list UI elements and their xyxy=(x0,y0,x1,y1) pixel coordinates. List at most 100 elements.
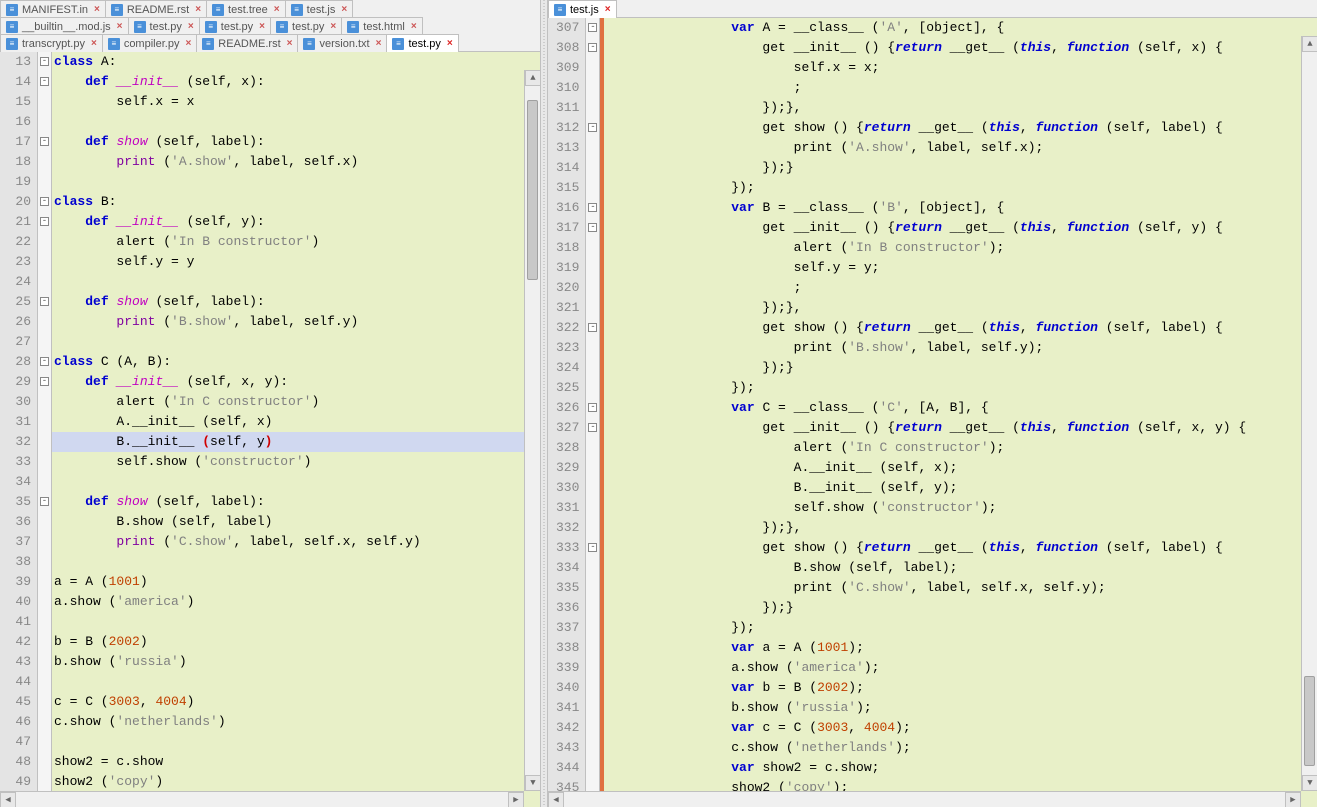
code-line[interactable]: c.show ('netherlands') xyxy=(52,712,540,732)
pane-splitter[interactable] xyxy=(540,0,548,807)
code-line[interactable]: var b = B (2002); xyxy=(604,678,1317,698)
right-fold-column[interactable]: --------- xyxy=(586,18,600,807)
close-icon[interactable]: × xyxy=(188,21,194,32)
right-vscrollbar[interactable]: ▲ ▼ xyxy=(1301,36,1317,791)
code-line[interactable]: self.show ('constructor'); xyxy=(604,498,1317,518)
code-line[interactable] xyxy=(52,112,540,132)
code-line[interactable] xyxy=(52,612,540,632)
close-icon[interactable]: × xyxy=(195,4,201,15)
scroll-thumb[interactable] xyxy=(527,100,538,280)
file-tab[interactable]: ≡MANIFEST.in× xyxy=(0,0,106,18)
left-code[interactable]: class A: def __init__ (self, x): self.x … xyxy=(52,52,540,807)
fold-toggle[interactable]: - xyxy=(588,403,597,412)
code-line[interactable]: show2 ('copy') xyxy=(52,772,540,792)
code-line[interactable]: def show (self, label): xyxy=(52,492,540,512)
code-line[interactable]: A.__init__ (self, x) xyxy=(52,412,540,432)
code-line[interactable]: self.x = x xyxy=(52,92,540,112)
code-line[interactable]: get __init__ () {return __get__ (this, f… xyxy=(604,418,1317,438)
code-line[interactable]: }); xyxy=(604,618,1317,638)
code-line[interactable] xyxy=(52,472,540,492)
code-line[interactable]: get show () {return __get__ (this, funct… xyxy=(604,118,1317,138)
code-line[interactable]: var A = __class__ ('A', [object], { xyxy=(604,18,1317,38)
fold-toggle[interactable]: - xyxy=(40,217,49,226)
code-line[interactable]: self.x = x; xyxy=(604,58,1317,78)
code-line[interactable]: print ('B.show', label, self.y); xyxy=(604,338,1317,358)
fold-toggle[interactable]: - xyxy=(588,203,597,212)
code-line[interactable]: print ('A.show', label, self.x); xyxy=(604,138,1317,158)
code-line[interactable]: });} xyxy=(604,598,1317,618)
left-vscrollbar[interactable]: ▲ ▼ xyxy=(524,70,540,791)
code-line[interactable]: alert ('In C constructor') xyxy=(52,392,540,412)
fold-toggle[interactable]: - xyxy=(40,137,49,146)
code-line[interactable] xyxy=(52,172,540,192)
file-tab[interactable]: ≡test.py× xyxy=(199,17,271,35)
file-tab[interactable]: ≡test.js× xyxy=(548,0,617,18)
code-line[interactable]: print ('C.show', label, self.x, self.y); xyxy=(604,578,1317,598)
fold-toggle[interactable]: - xyxy=(588,43,597,52)
code-line[interactable]: def __init__ (self, x, y): xyxy=(52,372,540,392)
close-icon[interactable]: × xyxy=(91,38,97,49)
code-line[interactable]: A.__init__ (self, x); xyxy=(604,458,1317,478)
code-line[interactable]: }); xyxy=(604,378,1317,398)
code-line[interactable]: a = A (1001) xyxy=(52,572,540,592)
file-tab[interactable]: ≡test.js× xyxy=(285,0,354,18)
close-icon[interactable]: × xyxy=(287,38,293,49)
left-hscrollbar[interactable]: ◀ ▶ xyxy=(0,791,524,807)
close-icon[interactable]: × xyxy=(117,21,123,32)
file-tab[interactable]: ≡version.txt× xyxy=(297,34,387,52)
close-icon[interactable]: × xyxy=(274,4,280,15)
code-line[interactable]: get show () {return __get__ (this, funct… xyxy=(604,538,1317,558)
code-line[interactable]: get __init__ () {return __get__ (this, f… xyxy=(604,38,1317,58)
code-line[interactable]: });} xyxy=(604,158,1317,178)
code-line[interactable]: class A: xyxy=(52,52,540,72)
code-line[interactable]: def show (self, label): xyxy=(52,292,540,312)
fold-toggle[interactable]: - xyxy=(40,377,49,386)
fold-toggle[interactable]: - xyxy=(40,197,49,206)
file-tab[interactable]: ≡__builtin__.mod.js× xyxy=(0,17,129,35)
fold-toggle[interactable]: - xyxy=(40,357,49,366)
close-icon[interactable]: × xyxy=(259,21,265,32)
fold-toggle[interactable]: - xyxy=(40,77,49,86)
file-tab[interactable]: ≡test.py× xyxy=(270,17,342,35)
code-line[interactable] xyxy=(52,272,540,292)
left-editor[interactable]: 1314151617181920212223242526272829303132… xyxy=(0,52,540,807)
file-tab[interactable]: ≡transcrypt.py× xyxy=(0,34,103,52)
code-line[interactable]: get __init__ () {return __get__ (this, f… xyxy=(604,218,1317,238)
scroll-left-arrow[interactable]: ◀ xyxy=(548,792,564,807)
code-line[interactable]: a.show ('america'); xyxy=(604,658,1317,678)
code-line[interactable]: class C (A, B): xyxy=(52,352,540,372)
code-line[interactable]: print ('B.show', label, self.y) xyxy=(52,312,540,332)
right-code[interactable]: var A = __class__ ('A', [object], { get … xyxy=(604,18,1317,807)
code-line[interactable]: show2 = c.show xyxy=(52,752,540,772)
code-line[interactable]: });}, xyxy=(604,298,1317,318)
code-line[interactable]: b = B (2002) xyxy=(52,632,540,652)
file-tab[interactable]: ≡compiler.py× xyxy=(102,34,197,52)
scroll-down-arrow[interactable]: ▼ xyxy=(1302,775,1317,791)
scroll-left-arrow[interactable]: ◀ xyxy=(0,792,16,807)
scroll-up-arrow[interactable]: ▲ xyxy=(1302,36,1317,52)
code-line[interactable]: }); xyxy=(604,178,1317,198)
code-line[interactable]: b.show ('russia'); xyxy=(604,698,1317,718)
close-icon[interactable]: × xyxy=(376,38,382,49)
code-line[interactable]: var B = __class__ ('B', [object], { xyxy=(604,198,1317,218)
code-line[interactable]: alert ('In B constructor'); xyxy=(604,238,1317,258)
code-line[interactable]: a.show ('america') xyxy=(52,592,540,612)
fold-toggle[interactable]: - xyxy=(40,497,49,506)
file-tab[interactable]: ≡test.html× xyxy=(341,17,422,35)
close-icon[interactable]: × xyxy=(447,38,453,49)
code-line[interactable]: def __init__ (self, y): xyxy=(52,212,540,232)
fold-toggle[interactable]: - xyxy=(588,543,597,552)
code-line[interactable]: B.show (self, label); xyxy=(604,558,1317,578)
code-line[interactable]: self.y = y xyxy=(52,252,540,272)
code-line[interactable] xyxy=(52,552,540,572)
code-line[interactable]: ; xyxy=(604,78,1317,98)
code-line[interactable]: ; xyxy=(604,278,1317,298)
fold-toggle[interactable]: - xyxy=(40,57,49,66)
code-line[interactable]: def __init__ (self, x): xyxy=(52,72,540,92)
code-line[interactable]: B.__init__ (self, y) xyxy=(52,432,540,452)
file-tab[interactable]: ≡README.rst× xyxy=(196,34,298,52)
code-line[interactable] xyxy=(52,672,540,692)
code-line[interactable]: alert ('In B constructor') xyxy=(52,232,540,252)
code-line[interactable]: });} xyxy=(604,358,1317,378)
code-line[interactable]: c.show ('netherlands'); xyxy=(604,738,1317,758)
